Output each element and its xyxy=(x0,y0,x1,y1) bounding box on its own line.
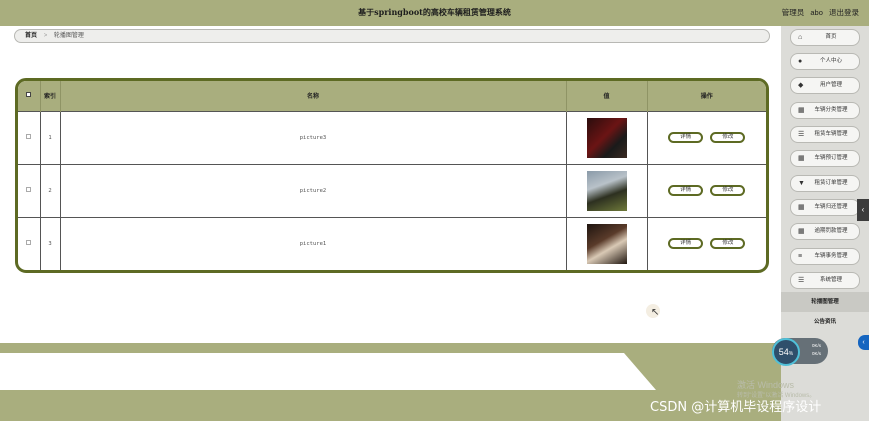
table-row: 1 picture3 详情 修改 xyxy=(18,110,766,164)
detail-button[interactable]: 详情 xyxy=(668,238,704,250)
list-icon: ☰ xyxy=(798,131,805,138)
row-name: picture1 xyxy=(60,216,567,270)
row-checkbox[interactable] xyxy=(26,187,32,192)
collapse-arrow-icon[interactable]: ‹ xyxy=(857,199,869,221)
row-value-cell xyxy=(566,163,648,217)
username: abo xyxy=(810,8,823,17)
sidebar-item-label: 租赁车辆管理 xyxy=(814,131,848,137)
sidebar-item-label: 车辆事务管理 xyxy=(814,253,848,259)
breadcrumb-current: 轮播图管理 xyxy=(53,33,84,39)
select-all-checkbox[interactable] xyxy=(26,92,32,98)
sidebar-item-label: 逾期罚款管理 xyxy=(814,228,848,234)
sidebar-item-vehicle-category[interactable]: ▦ 车辆分类管理 xyxy=(790,102,860,119)
detail-button[interactable]: 详情 xyxy=(668,132,704,143)
row-select-cell xyxy=(18,110,41,164)
row-index: 2 xyxy=(40,163,61,217)
carousel-table: 索引 名称 值 操作 1 picture3 详情 修改 2 picture2 详… xyxy=(15,78,769,273)
grid-icon: ▦ xyxy=(798,228,805,235)
sidebar-item-profile[interactable]: ● 个人中心 xyxy=(790,53,860,70)
site-title: 基于springboot的高校车辆租赁管理系统 xyxy=(358,7,511,17)
row-actions: 详情 修改 xyxy=(647,163,766,217)
edit-button[interactable]: 修改 xyxy=(710,185,746,196)
csdn-watermark: CSDN @计算机毕设程序设计 xyxy=(650,400,822,415)
breadcrumb-separator: > xyxy=(43,33,48,39)
grid-icon: ▦ xyxy=(798,107,805,114)
table-header-row: 索引 名称 值 操作 xyxy=(18,81,766,111)
sidebar-item-home[interactable]: ⌂ 首页 xyxy=(790,29,860,46)
sidebar-item-users[interactable]: ◆ 用户管理 xyxy=(790,77,860,94)
row-index: 1 xyxy=(40,110,61,164)
carousel-thumbnail xyxy=(586,170,627,211)
sidebar-item-label: 首页 xyxy=(825,34,837,40)
list-icon: ☰ xyxy=(798,277,805,284)
sidebar-item-label: 车辆预订管理 xyxy=(814,155,848,161)
row-checkbox[interactable] xyxy=(26,134,32,139)
mouse-cursor-icon: ↖ xyxy=(651,307,660,318)
top-header: 基于springboot的高校车辆租赁管理系统 管理员 abo 退出登录 xyxy=(0,0,869,26)
row-select-cell xyxy=(18,163,41,217)
user-area: 管理员 abo 退出登录 xyxy=(778,7,859,18)
edit-button[interactable]: 修改 xyxy=(710,238,746,250)
download-speed: 0K/s xyxy=(812,351,822,356)
footer-band xyxy=(0,343,781,353)
carousel-thumbnail xyxy=(586,117,627,158)
footer-slant xyxy=(624,353,781,390)
sidebar-item-returns[interactable]: ▦ 车辆归还管理 xyxy=(790,199,860,216)
row-name: picture3 xyxy=(60,110,567,164)
user-icon: ● xyxy=(798,58,803,65)
chevron-left-icon[interactable]: ‹ xyxy=(858,335,869,350)
sidebar-subitem-announcements[interactable]: 公告资讯 xyxy=(781,312,869,332)
sidebar-item-label: 系统管理 xyxy=(819,277,842,283)
breadcrumb: 首页 > 轮播图管理 xyxy=(14,29,770,43)
sidebar-item-label: 个人中心 xyxy=(819,58,842,64)
select-all-cell xyxy=(18,81,41,111)
column-header-value: 值 xyxy=(566,81,648,111)
sidebar-item-label: 车辆归还管理 xyxy=(814,204,848,210)
sliders-icon: ≡ xyxy=(798,253,803,260)
cpu-usage-badge: 54% xyxy=(772,338,800,366)
row-select-cell xyxy=(18,216,41,270)
table-row: 3 picture1 详情 修改 xyxy=(18,216,766,270)
detail-button[interactable]: 详情 xyxy=(668,185,704,196)
user-role: 管理员 xyxy=(781,8,805,17)
row-index: 3 xyxy=(40,216,61,270)
sidebar-item-reservations[interactable]: ▦ 车辆预订管理 xyxy=(790,150,860,167)
sidebar-subitem-carousel[interactable]: 轮播图管理 xyxy=(781,292,869,312)
column-header-actions: 操作 xyxy=(700,94,713,101)
network-speed: 0K/s 0K/s xyxy=(812,342,821,358)
sidebar-item-rental-orders[interactable]: ▼ 租赁订单管理 xyxy=(790,175,860,192)
row-value-cell xyxy=(566,110,648,164)
column-header-index: 索引 xyxy=(40,81,61,111)
sidebar-item-label: 用户管理 xyxy=(819,82,842,88)
edit-button[interactable]: 修改 xyxy=(710,132,746,143)
column-header-name: 名称 xyxy=(60,81,567,111)
sidebar-item-system[interactable]: ☰ 系统管理 xyxy=(790,272,860,289)
row-checkbox[interactable] xyxy=(26,240,32,246)
sidebar-item-rental-vehicles[interactable]: ☰ 租赁车辆管理 xyxy=(790,126,860,143)
sidebar-item-label: 租赁订单管理 xyxy=(814,180,848,186)
cpu-percent: 54 xyxy=(778,347,789,357)
row-name: picture2 xyxy=(60,163,567,217)
shield-icon: ◆ xyxy=(798,82,804,89)
cup-icon: ▼ xyxy=(798,180,805,187)
table-row: 2 picture2 详情 修改 xyxy=(18,163,766,217)
row-value-cell xyxy=(566,216,648,270)
sidebar-item-overdue-fines[interactable]: ▦ 逾期罚款管理 xyxy=(790,223,860,240)
sidebar-item-vehicle-affairs[interactable]: ≡ 车辆事务管理 xyxy=(790,248,860,265)
cpu-unit: % xyxy=(788,351,794,357)
upload-speed: 0K/s xyxy=(812,343,822,348)
carousel-thumbnail xyxy=(586,223,627,264)
grid-icon: ▦ xyxy=(798,155,805,162)
row-actions: 详情 修改 xyxy=(647,216,766,270)
grid-icon: ▦ xyxy=(798,204,805,211)
sidebar-item-label: 车辆分类管理 xyxy=(814,107,848,113)
logout-link[interactable]: 退出登录 xyxy=(829,8,859,17)
row-actions: 详情 修改 xyxy=(647,110,766,164)
breadcrumb-home[interactable]: 首页 xyxy=(25,33,37,39)
home-icon: ⌂ xyxy=(798,34,803,41)
